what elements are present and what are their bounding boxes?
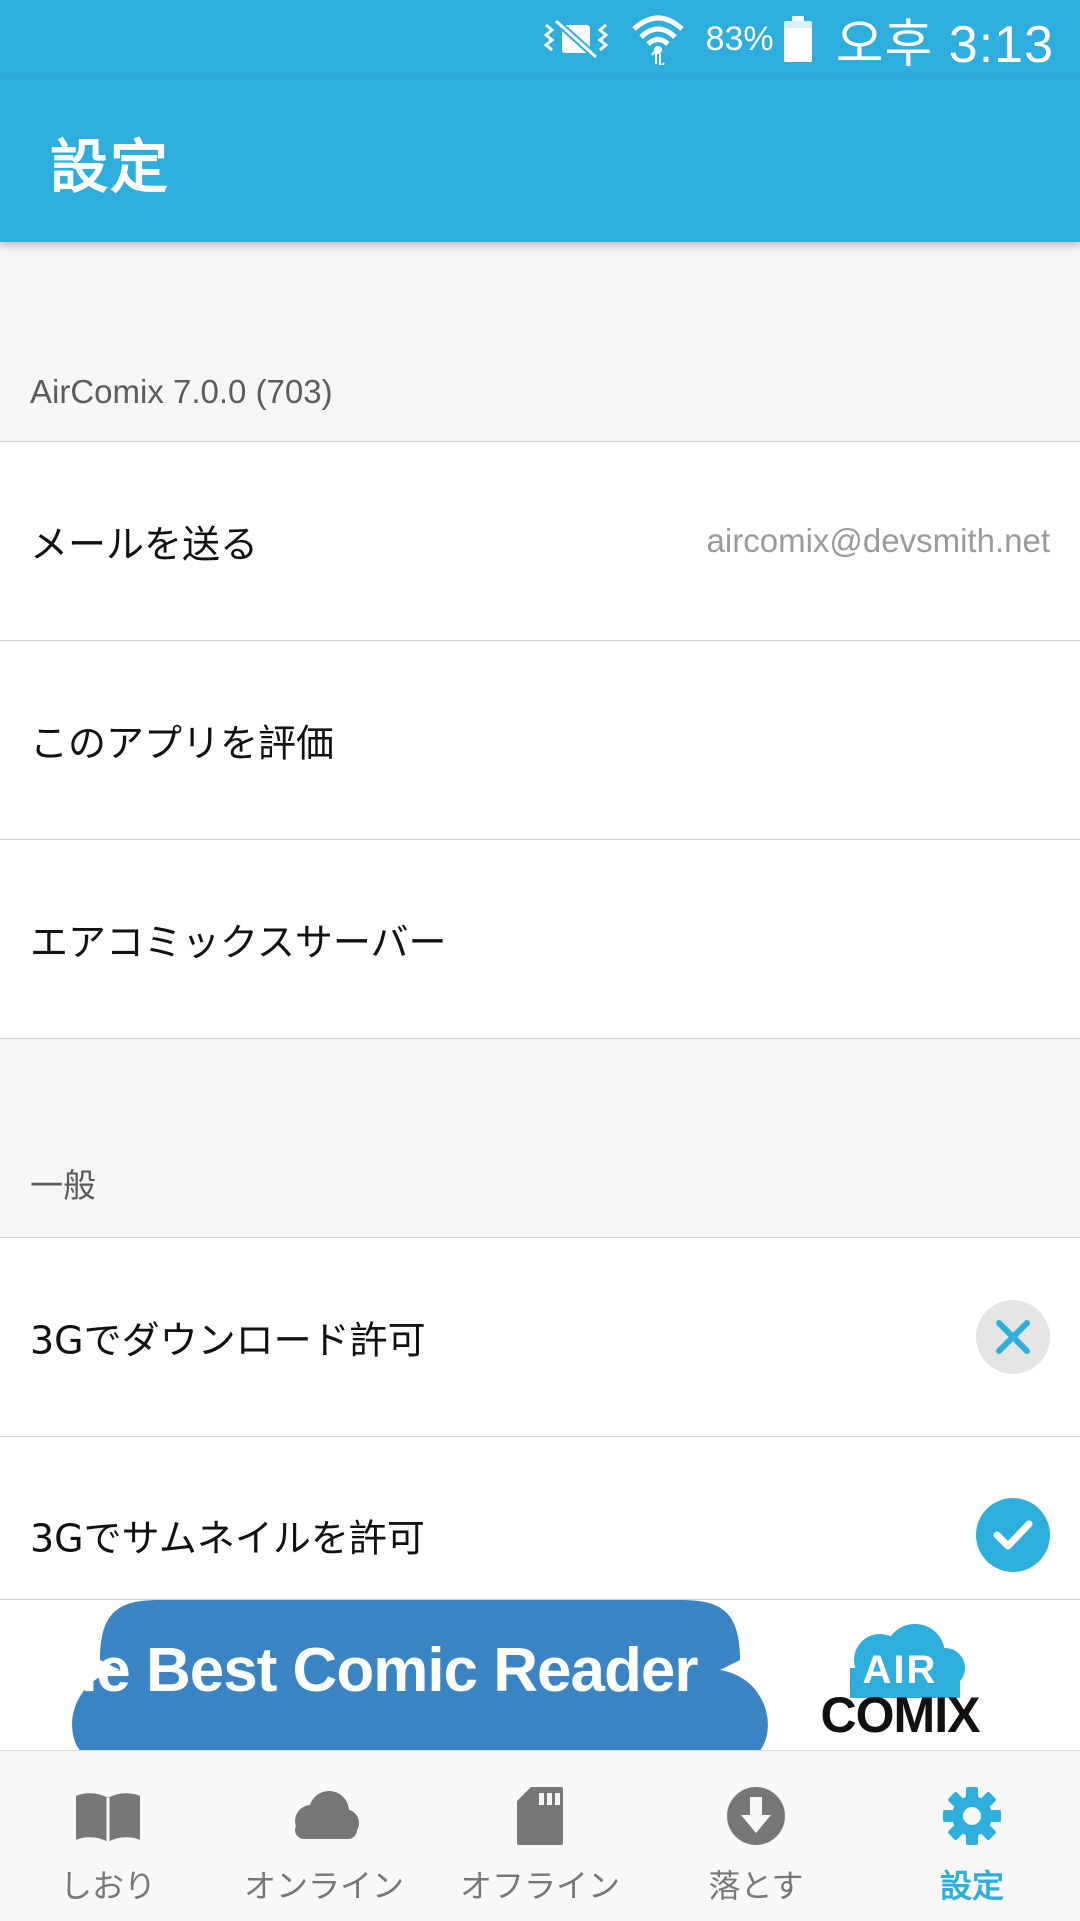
section-header-label: 一般 xyxy=(30,1167,96,1204)
allow-3g-download-toggle[interactable] xyxy=(976,1300,1050,1374)
download-icon xyxy=(716,1781,796,1851)
section-header-version: AirComix 7.0.0 (703) xyxy=(0,242,1080,442)
row-label: このアプリを評価 xyxy=(30,721,335,766)
section-header-label: AirComix 7.0.0 (703) xyxy=(30,373,333,410)
send-mail-row[interactable]: メールを送る aircomix@devsmith.net xyxy=(0,442,1080,641)
wifi-icon xyxy=(630,13,686,65)
close-icon xyxy=(996,1320,1030,1354)
section-header-general: 一般 xyxy=(0,1039,1080,1238)
aircomix-server-row[interactable]: エアコミックスサーバー xyxy=(0,840,1080,1039)
rate-app-row[interactable]: このアプリを評価 xyxy=(0,641,1080,840)
nav-item-download[interactable]: 落とす xyxy=(648,1751,864,1921)
email-value: aircomix@devsmith.net xyxy=(706,522,1050,559)
allow-3g-thumbnail-row[interactable]: 3Gでサムネイルを許可 xyxy=(0,1437,1080,1600)
check-icon xyxy=(993,1520,1033,1550)
status-bar: 83% 오후 3:13 xyxy=(0,0,1080,78)
row-label: 3Gでダウンロード許可 xyxy=(30,1318,426,1363)
gear-icon xyxy=(932,1781,1012,1851)
bottom-navigation: しおり オンライン オフライン 落とす 設定 xyxy=(0,1750,1080,1921)
cloud-icon xyxy=(284,1781,364,1851)
logo-comix-text: COMIX xyxy=(820,1687,981,1743)
vibrate-mute-icon xyxy=(540,15,612,63)
nav-label: しおり xyxy=(59,1867,156,1905)
book-icon xyxy=(68,1781,148,1851)
nav-label: 設定 xyxy=(939,1867,1004,1905)
nav-item-offline[interactable]: オフライン xyxy=(432,1751,648,1921)
allow-3g-thumbnail-toggle[interactable] xyxy=(976,1498,1050,1572)
battery-icon xyxy=(782,14,814,64)
nav-label: オンライン xyxy=(243,1867,404,1905)
nav-item-bookmarks[interactable]: しおり xyxy=(0,1751,216,1921)
nav-item-settings[interactable]: 設定 xyxy=(864,1751,1080,1921)
nav-item-online[interactable]: オンライン xyxy=(216,1751,432,1921)
ad-banner[interactable]: The Best Comic Reader AIR COMIX xyxy=(0,1600,1080,1750)
nav-label: オフライン xyxy=(459,1867,620,1905)
row-label: エアコミックスサーバー xyxy=(30,920,447,965)
nav-label: 落とす xyxy=(708,1867,804,1905)
banner-text: The Best Comic Reader xyxy=(22,1635,699,1705)
aircomix-logo: AIR COMIX xyxy=(810,1620,990,1743)
sd-card-icon xyxy=(500,1781,580,1851)
app-bar: 設定 xyxy=(0,78,1080,242)
battery-percent: 83% xyxy=(705,19,774,58)
status-time: 오후 3:13 xyxy=(835,15,1054,74)
row-label: 3Gでサムネイルを許可 xyxy=(30,1516,425,1561)
page-title: 設定 xyxy=(50,133,171,201)
allow-3g-download-row[interactable]: 3Gでダウンロード許可 xyxy=(0,1238,1080,1437)
row-label: メールを送る xyxy=(30,522,259,567)
